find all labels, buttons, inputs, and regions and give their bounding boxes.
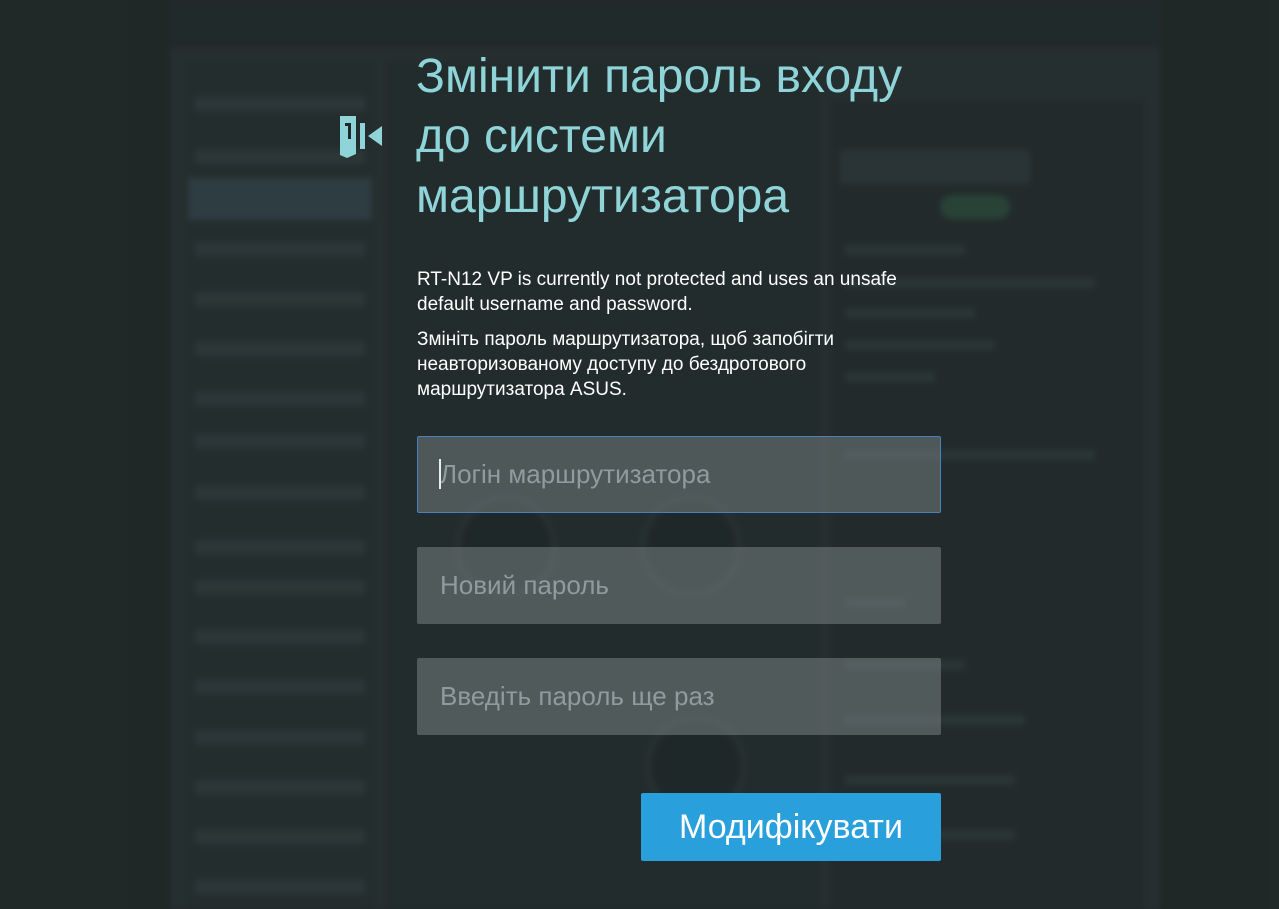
text-cursor [439,459,441,489]
router-login-input[interactable] [417,436,941,513]
new-password-input[interactable] [417,547,941,624]
confirm-password-input[interactable] [417,658,941,735]
security-warning-text: RT-N12 VP is currently not protected and… [417,269,897,315]
door-icon [338,113,384,159]
dialog-title: Змінити пароль входу до системи маршрути… [416,50,903,223]
modify-button[interactable]: Модифікувати [641,793,941,861]
advice-text: Змініть пароль маршрутизатора, щоб запоб… [417,329,835,400]
